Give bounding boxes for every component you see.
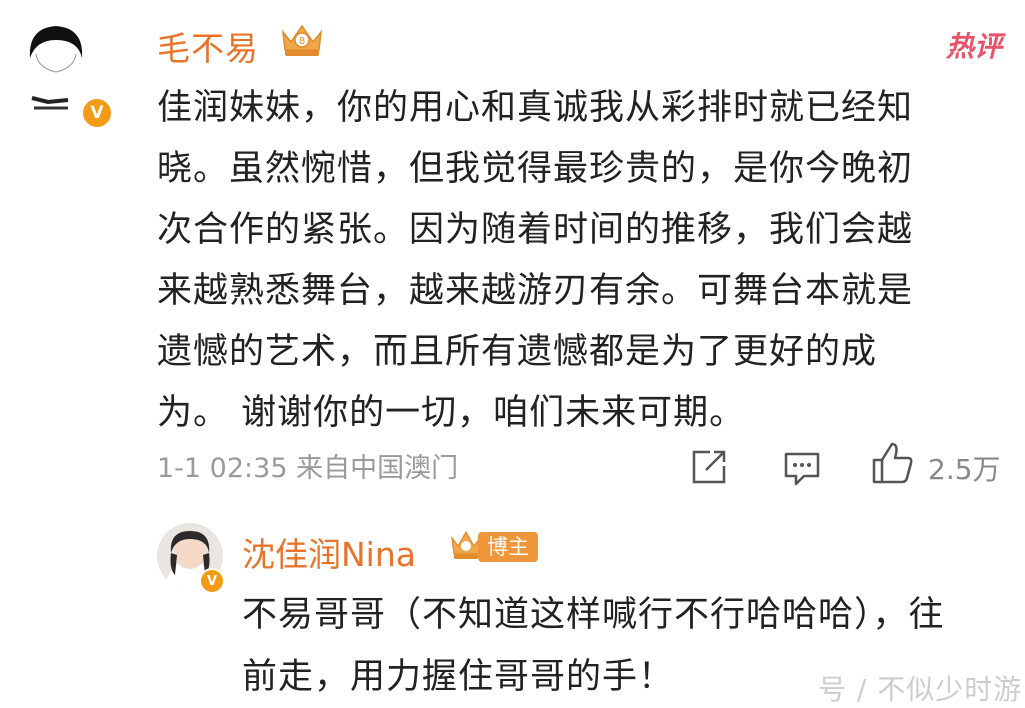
comment-text: 佳润妹妹，你的用心和真诚我从彩排时就已经知 晓。虽然惋惜，但我觉得最珍贵的，是你… — [157, 78, 1007, 444]
location-source: 来自中国澳门 — [296, 453, 459, 484]
comment-line: 晓。虽然惋惜，但我觉得最珍贵的，是你今晚初 — [157, 149, 914, 189]
avatar-decoration — [28, 92, 72, 114]
reply-line: 不易哥哥（不知道这样喊行不行哈哈哈），往 — [242, 595, 945, 635]
crown-icon: 8 — [277, 18, 327, 60]
comment-meta: 1-1 02:35 来自中国澳门 — [157, 446, 458, 485]
comment-icon[interactable] — [782, 448, 822, 488]
comment-line: 来越熟悉舞台，越来越游刃有余。可舞台本就是 — [157, 271, 914, 311]
comment-username[interactable]: 毛不易 — [157, 22, 259, 70]
avatar[interactable] — [22, 18, 90, 86]
share-icon[interactable] — [690, 448, 728, 486]
verified-badge: V — [80, 96, 114, 130]
reply-username[interactable]: 沈佳润Nina — [242, 528, 416, 576]
comment-line: 遗憾的艺术，而且所有遗憾都是为了更好的成 — [157, 332, 878, 372]
like-count: 2.5万 — [928, 453, 1001, 486]
comment-line: 佳润妹妹，你的用心和真诚我从彩排时就已经知 — [157, 88, 914, 128]
hot-comment-badge: 热评 — [946, 30, 1003, 63]
timestamp: 1-1 02:35 — [157, 453, 288, 484]
comment-line: 次合作的紧张。因为随着时间的推移，我们会越 — [157, 210, 914, 250]
verified-badge: V — [199, 568, 225, 594]
blogger-badge: 博主 — [478, 532, 538, 562]
svg-text:8: 8 — [299, 36, 305, 47]
comment-line: 为。 谢谢你的一切，咱们未来可期。 — [157, 393, 746, 433]
watermark: 号 / 不似少时游 — [818, 673, 1023, 706]
like-icon[interactable] — [870, 440, 916, 486]
